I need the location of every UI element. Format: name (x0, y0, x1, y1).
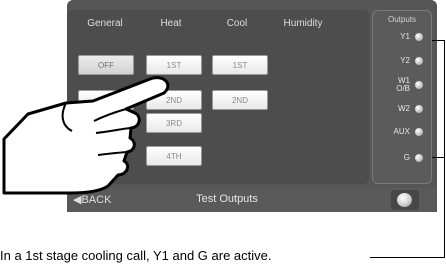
tab-general[interactable]: General (72, 18, 138, 29)
test-outputs-panel: General Heat Cool Humidity OFF FAN 1ST 2… (67, 10, 369, 184)
output-y2: Y2 (400, 55, 423, 67)
heat-2nd-button[interactable]: 2ND (146, 90, 202, 110)
output-aux-label: AUX (393, 127, 410, 136)
tab-humidity[interactable]: Humidity (270, 18, 336, 29)
callout-line-g (432, 157, 444, 158)
output-w2: W2 (398, 103, 423, 115)
output-w1: W1 O/B (396, 75, 423, 95)
output-w1-label-bottom: O/B (396, 84, 410, 93)
output-w1-label: W1 O/B (396, 77, 410, 93)
callout-line-y1 (432, 40, 444, 41)
output-y1-label: Y1 (400, 32, 410, 41)
general-off-button[interactable]: OFF (78, 55, 134, 75)
bottom-bar: ◀BACK Test Outputs (67, 188, 437, 212)
cool-1st-button[interactable]: 1ST (212, 55, 268, 75)
heat-4th-button[interactable]: 4TH (146, 146, 202, 166)
output-g-label: G (403, 153, 410, 162)
callout-line-vertical (444, 40, 445, 258)
outputs-title: Outputs (387, 15, 416, 24)
output-w2-label: W2 (398, 104, 410, 113)
output-w1-led-icon (415, 81, 423, 89)
output-g: G (404, 152, 423, 164)
general-fan-button[interactable]: FAN (78, 90, 134, 110)
output-y2-led-icon (415, 57, 423, 65)
output-y2-label: Y2 (400, 56, 410, 65)
home-button[interactable] (391, 190, 419, 210)
outputs-panel: Outputs Y1 Y2 W1 O/B W2 AUX G (372, 10, 432, 184)
back-button[interactable]: ◀BACK (73, 193, 111, 206)
output-g-led-icon (415, 154, 423, 162)
caption-text: In a 1st stage cooling call, Y1 and G ar… (0, 248, 272, 263)
home-icon (397, 193, 412, 207)
output-y1-led-icon (415, 33, 423, 41)
output-w2-led-icon (415, 105, 423, 113)
callout-line-caption (370, 257, 445, 258)
tab-heat[interactable]: Heat (138, 18, 204, 29)
heat-3rd-button[interactable]: 3RD (146, 113, 202, 133)
screen-title: Test Outputs (196, 193, 258, 205)
heat-1st-button[interactable]: 1ST (146, 55, 202, 75)
output-aux: AUX (394, 126, 423, 138)
thermostat-screen: General Heat Cool Humidity OFF FAN 1ST 2… (67, 0, 437, 212)
output-y1: Y1 (400, 31, 423, 43)
cool-2nd-button[interactable]: 2ND (212, 90, 268, 110)
output-aux-led-icon (415, 128, 423, 136)
tab-cool[interactable]: Cool (204, 18, 270, 29)
